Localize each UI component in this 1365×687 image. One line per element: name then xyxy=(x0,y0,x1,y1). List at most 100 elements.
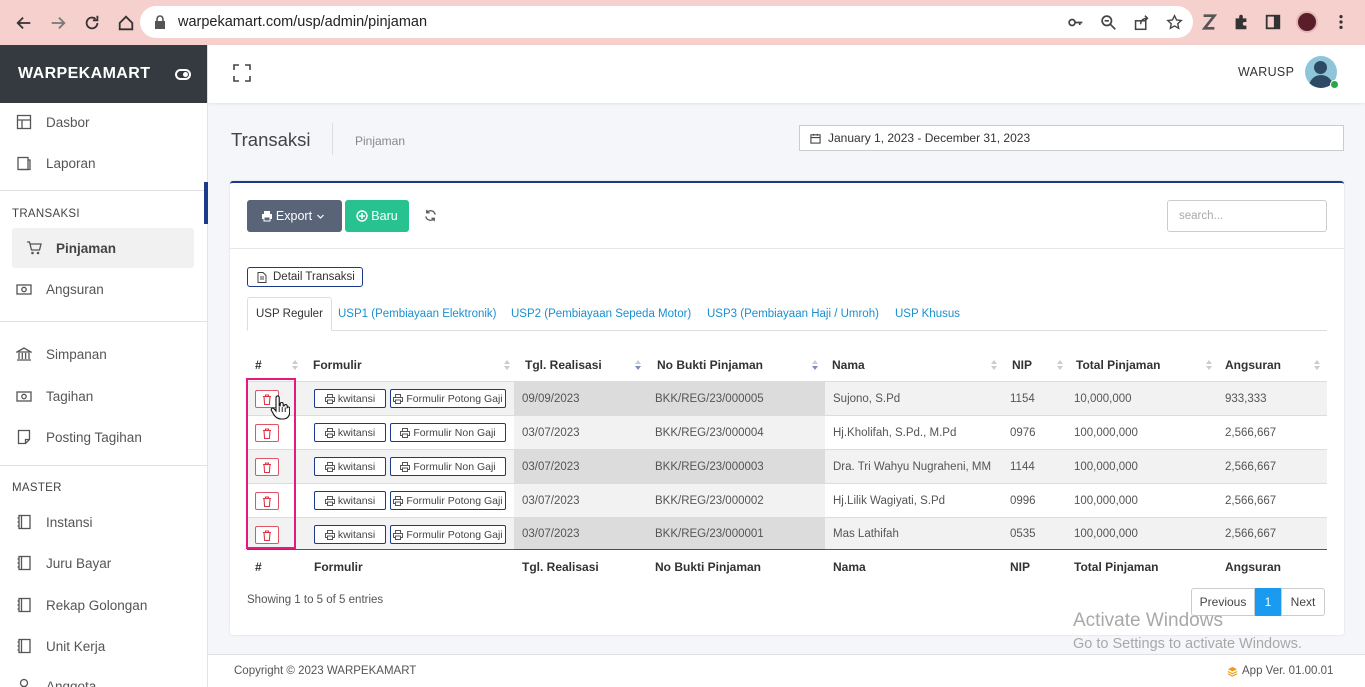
col-header-angsuran[interactable]: Angsuran xyxy=(1225,349,1281,381)
forward-icon[interactable] xyxy=(42,7,74,39)
formulir-button[interactable]: Formulir Non Gaji xyxy=(390,423,506,442)
plus-circle-icon xyxy=(356,210,368,222)
nama-cell: Mas Lathifah xyxy=(833,528,899,540)
theme-toggle-icon[interactable] xyxy=(175,68,191,80)
back-icon[interactable] xyxy=(8,7,40,39)
money-icon xyxy=(16,284,32,295)
col-header-formulir[interactable]: Formulir xyxy=(313,349,362,381)
tab-usp2[interactable]: USP2 (Pembiayaan Sepeda Motor) xyxy=(511,297,691,331)
sidebar-item-unit-kerja[interactable]: Unit Kerja xyxy=(12,626,194,666)
col-footer-no-bukti: No Bukti Pinjaman xyxy=(655,560,762,574)
sidebar-item-label: Laporan xyxy=(46,155,96,171)
sidebar: WARPEKAMART Dasbor Laporan TRANSAKSI Pin… xyxy=(0,45,208,687)
z-extension-icon[interactable] xyxy=(1200,13,1218,31)
kwitansi-button[interactable]: kwitansi xyxy=(314,491,386,510)
angsuran-cell: 2,566,667 xyxy=(1225,460,1277,473)
formulir-button[interactable]: Formulir Non Gaji xyxy=(390,457,506,476)
breadcrumb: Pinjaman xyxy=(355,134,406,148)
extensions-icon[interactable] xyxy=(1232,13,1250,31)
kwitansi-label: kwitansi xyxy=(337,426,376,439)
sidebar-item-pinjaman[interactable]: Pinjaman xyxy=(12,228,194,268)
table-row: kwitansi Formulir Potong Gaji 03/07/2023… xyxy=(247,517,1327,550)
export-button[interactable]: Export xyxy=(247,200,342,232)
sidebar-item-label: Angsuran xyxy=(46,281,104,297)
kebab-menu-icon[interactable] xyxy=(1332,13,1350,31)
page-1-button[interactable]: 1 xyxy=(1255,588,1281,616)
sidebar-item-dasbor[interactable]: Dasbor xyxy=(12,102,194,142)
nama-cell: Hj.Kholifah, S.Pd., M.Pd xyxy=(833,426,957,439)
tab-usp-reguler[interactable]: USP Reguler xyxy=(247,297,332,331)
sidebar-item-label: Rekap Golongan xyxy=(46,597,148,613)
fullscreen-icon[interactable] xyxy=(233,64,251,82)
sidebar-item-laporan[interactable]: Laporan xyxy=(12,143,194,183)
nama-cell: Sujono, S.Pd xyxy=(833,392,901,405)
sidebar-item-juru-bayar[interactable]: Juru Bayar xyxy=(12,543,194,583)
sidebar-item-simpanan[interactable]: Simpanan xyxy=(12,334,194,374)
col-header-tgl-realisasi[interactable]: Tgl. Realisasi xyxy=(525,349,602,381)
sort-icon xyxy=(1206,360,1212,370)
angsuran-cell: 2,566,667 xyxy=(1225,528,1277,540)
col-header-total[interactable]: Total Pinjaman xyxy=(1076,349,1160,381)
book-icon xyxy=(17,638,31,654)
print-icon xyxy=(393,393,404,404)
col-header-index[interactable]: # xyxy=(255,349,262,381)
refresh-icon[interactable] xyxy=(424,209,437,222)
dashboard-icon xyxy=(16,114,32,130)
sidebar-item-label: Instansi xyxy=(46,514,93,530)
tgl-realisasi-cell: 03/07/2023 xyxy=(514,450,646,483)
sidebar-item-rekap-golongan[interactable]: Rekap Golongan xyxy=(12,585,194,625)
address-bar[interactable]: warpekamart.com/usp/admin/pinjaman xyxy=(140,6,1193,38)
share-icon[interactable] xyxy=(1133,14,1150,31)
sidebar-item-instansi[interactable]: Instansi xyxy=(12,502,194,542)
tgl-realisasi-cell: 03/07/2023 xyxy=(514,416,646,449)
kwitansi-button[interactable]: kwitansi xyxy=(314,389,386,408)
nip-cell: 1144 xyxy=(1010,460,1035,473)
sidebar-item-label: Unit Kerja xyxy=(46,638,106,654)
date-range-value: January 1, 2023 - December 31, 2023 xyxy=(828,131,1031,145)
total-cell: 100,000,000 xyxy=(1074,426,1138,439)
reload-icon[interactable] xyxy=(76,7,108,39)
bank-icon xyxy=(16,347,32,361)
sidebar-item-posting-tagihan[interactable]: Posting Tagihan xyxy=(12,417,194,457)
sidebar-panel-icon[interactable] xyxy=(1264,13,1282,31)
active-indicator xyxy=(204,182,208,224)
add-new-button[interactable]: Baru xyxy=(345,200,409,232)
tab-usp-khusus[interactable]: USP Khusus xyxy=(895,297,960,331)
total-cell: 100,000,000 xyxy=(1074,460,1138,473)
formulir-button[interactable]: Formulir Potong Gaji xyxy=(390,491,506,510)
tgl-realisasi-cell: 09/09/2023 xyxy=(514,382,646,415)
zoom-icon[interactable] xyxy=(1100,14,1117,31)
home-icon[interactable] xyxy=(110,7,142,39)
key-icon[interactable] xyxy=(1067,14,1084,31)
detail-transaksi-button[interactable]: Detail Transaksi xyxy=(247,267,363,287)
tab-usp1[interactable]: USP1 (Pembiayaan Elektronik) xyxy=(338,297,497,331)
kwitansi-button[interactable]: kwitansi xyxy=(314,525,386,544)
col-footer-total: Total Pinjaman xyxy=(1074,560,1159,574)
total-cell: 10,000,000 xyxy=(1074,392,1132,405)
formulir-button[interactable]: Formulir Potong Gaji xyxy=(390,389,506,408)
divider xyxy=(230,248,1344,249)
sidebar-item-angsuran[interactable]: Angsuran xyxy=(12,269,194,309)
tab-usp3[interactable]: USP3 (Pembiayaan Haji / Umroh) xyxy=(707,297,879,331)
table-row: kwitansi Formulir Potong Gaji 03/07/2023… xyxy=(247,483,1327,517)
profile-avatar[interactable] xyxy=(1296,11,1318,33)
print-icon xyxy=(324,495,335,506)
col-header-no-bukti[interactable]: No Bukti Pinjaman xyxy=(657,349,763,381)
user-name[interactable]: WARUSP xyxy=(1238,65,1294,79)
sidebar-item-tagihan[interactable]: Tagihan xyxy=(12,376,194,416)
angsuran-cell: 2,566,667 xyxy=(1225,426,1277,439)
col-header-nama[interactable]: Nama xyxy=(832,349,865,381)
formulir-label: Formulir Potong Gaji xyxy=(406,494,503,507)
col-header-nip[interactable]: NIP xyxy=(1012,349,1032,381)
table-row: kwitansi Formulir Non Gaji 03/07/2023 BK… xyxy=(247,449,1327,483)
search-input[interactable] xyxy=(1167,200,1327,232)
kwitansi-button[interactable]: kwitansi xyxy=(314,457,386,476)
date-range-picker[interactable]: January 1, 2023 - December 31, 2023 xyxy=(799,125,1344,151)
star-icon[interactable] xyxy=(1166,13,1183,31)
kwitansi-label: kwitansi xyxy=(337,392,376,405)
next-page-button[interactable]: Next xyxy=(1281,588,1325,616)
formulir-button[interactable]: Formulir Potong Gaji xyxy=(390,525,506,544)
sidebar-item-anggota[interactable]: Anggota xyxy=(12,666,194,687)
print-icon xyxy=(324,427,335,438)
kwitansi-button[interactable]: kwitansi xyxy=(314,423,386,442)
